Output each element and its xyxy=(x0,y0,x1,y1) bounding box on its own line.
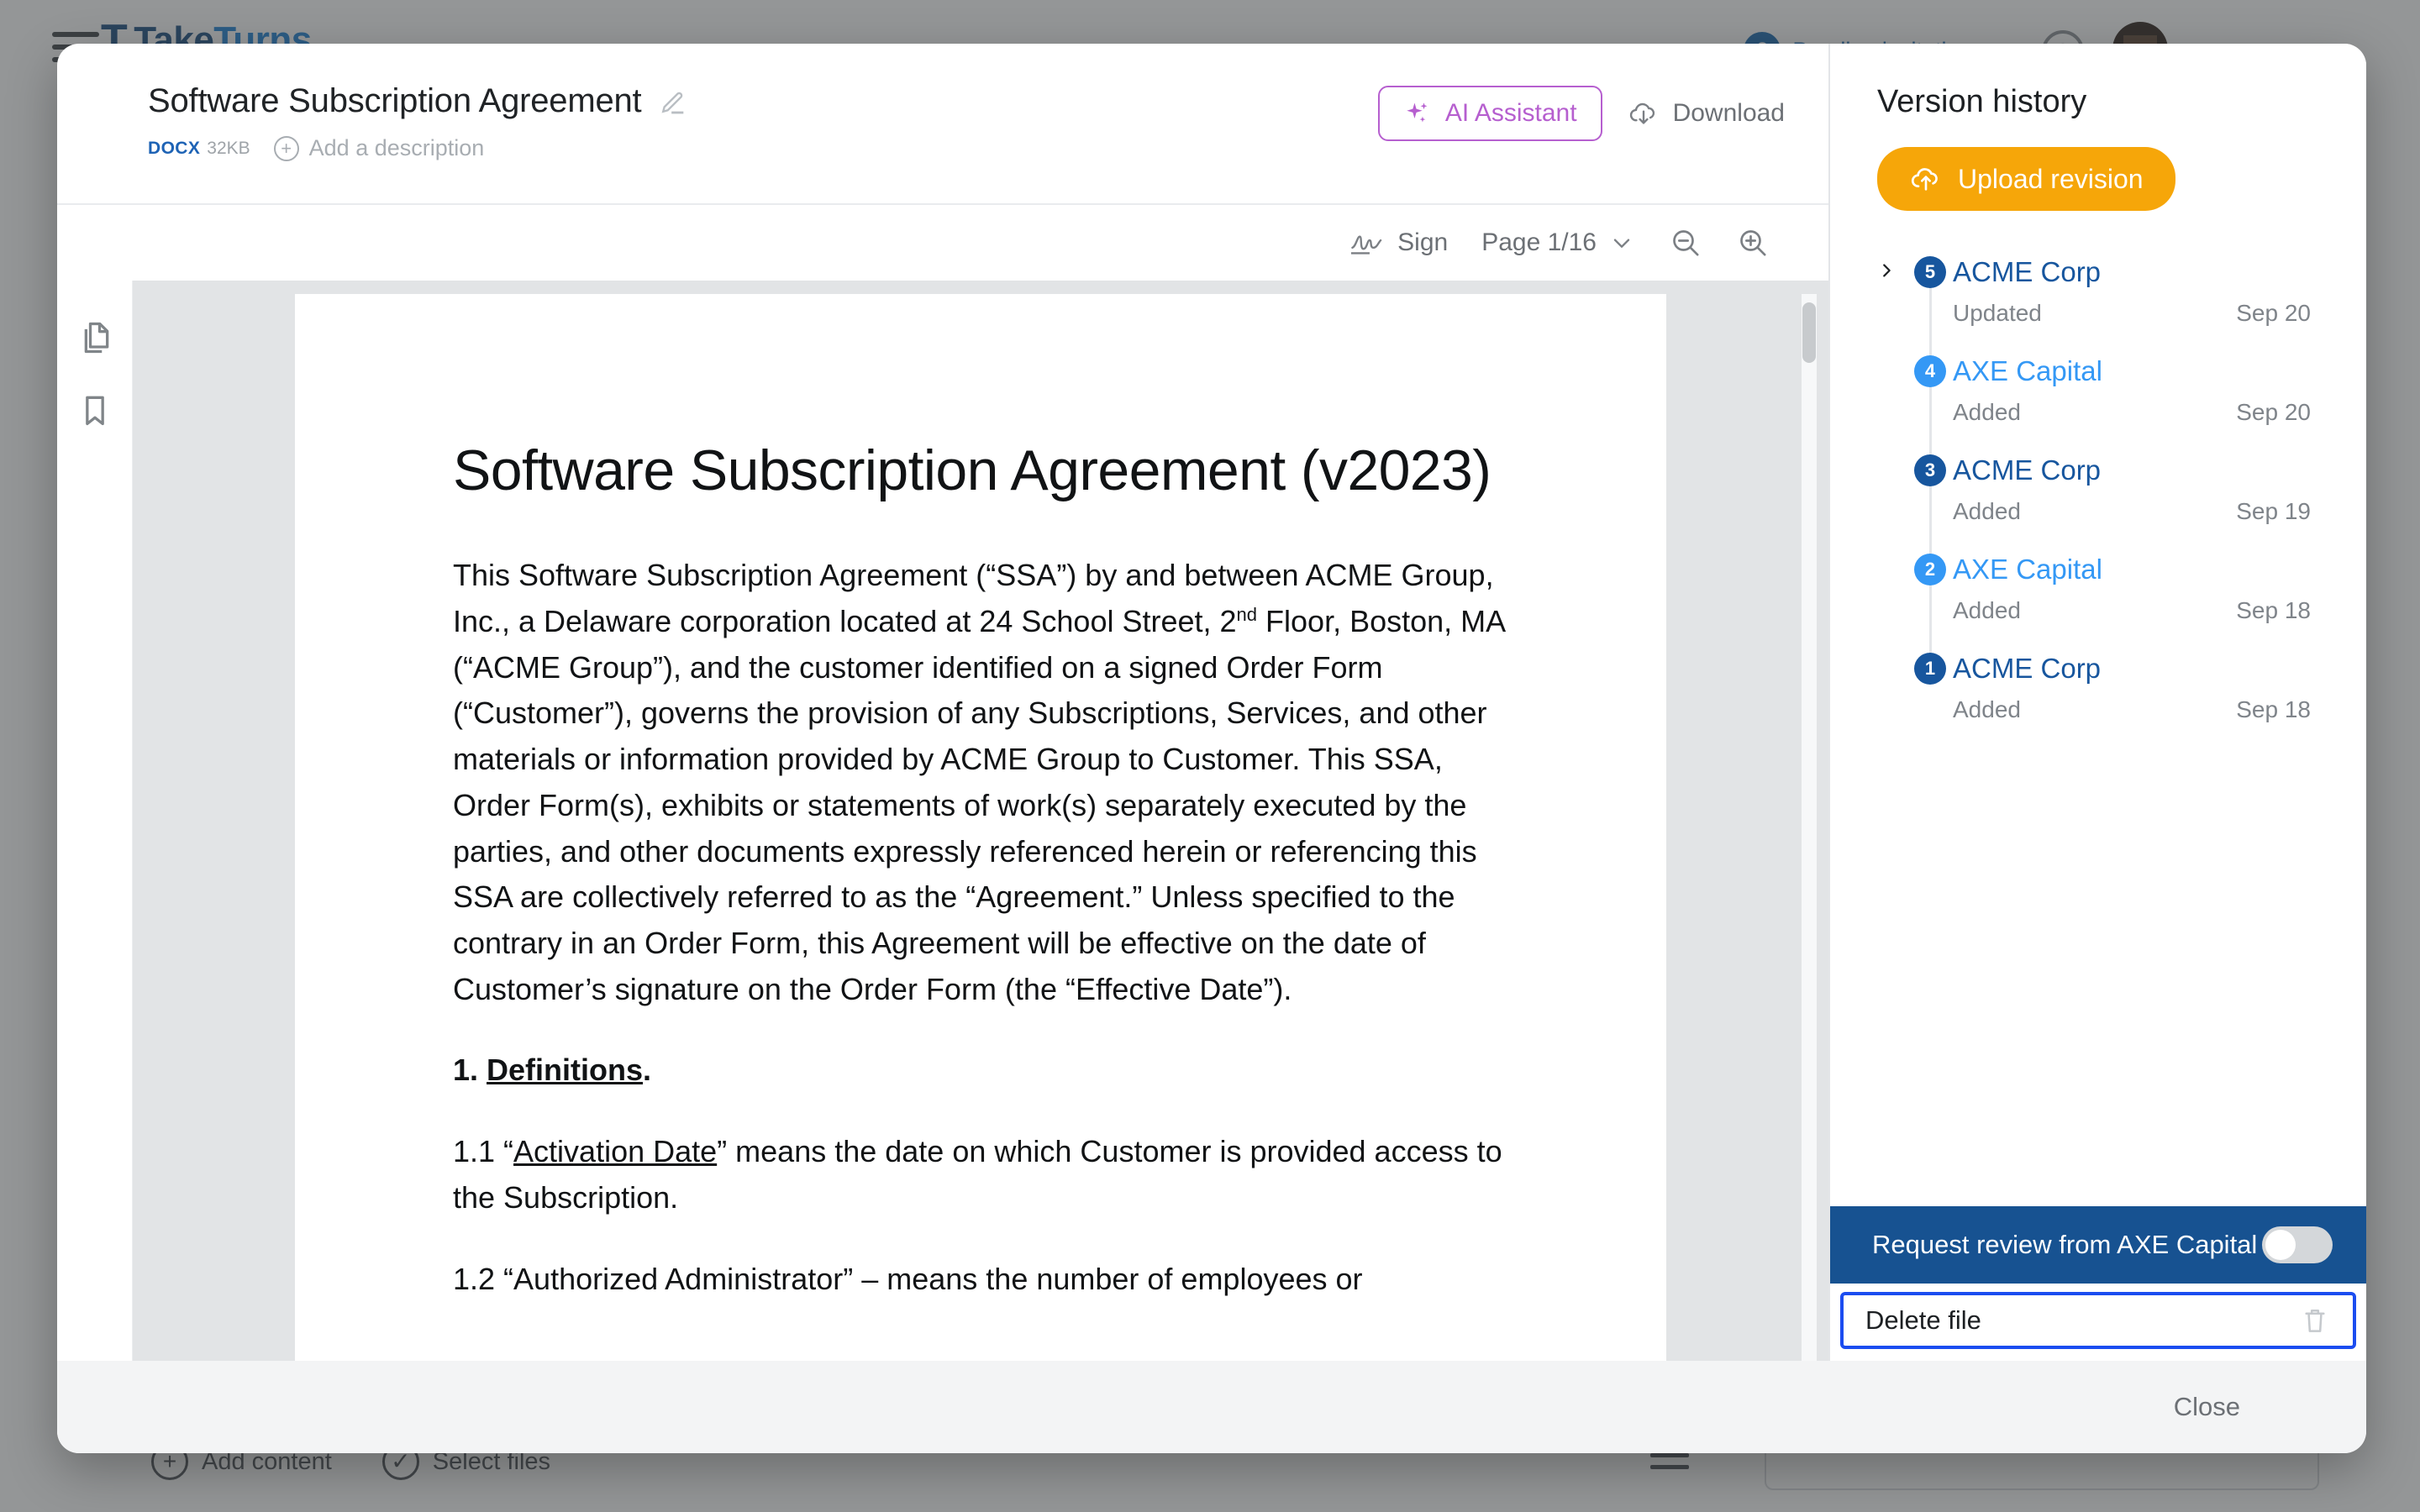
delete-file-wrapper: Delete file xyxy=(1830,1284,2366,1361)
document-page: Software Subscription Agreement (v2023) … xyxy=(295,294,1666,1361)
version-item[interactable]: 1 ACME Corp Added Sep 18 xyxy=(1877,653,2319,723)
upload-revision-button[interactable]: Upload revision xyxy=(1877,147,2175,211)
document-header: Software Subscription Agreement DOCX 32K… xyxy=(57,44,1828,203)
document-section-1-heading: 1. Definitions. xyxy=(453,1047,1508,1094)
delete-file-button[interactable]: Delete file xyxy=(1840,1292,2356,1349)
document-scrollbar-thumb[interactable] xyxy=(1802,302,1816,363)
bookmark-icon[interactable] xyxy=(76,391,113,428)
trash-icon xyxy=(2305,1310,2325,1332)
document-viewer: Software Subscription Agreement (v2023) … xyxy=(57,281,1828,1361)
version-date: Sep 18 xyxy=(2236,597,2311,623)
version-number-badge: 2 xyxy=(1914,554,1946,585)
zoom-in-button[interactable] xyxy=(1736,226,1770,260)
document-header-actions: AI Assistant Download xyxy=(1377,71,1785,141)
section-number: 1. xyxy=(453,1053,487,1088)
document-toolbar: Sign Page 1/16 xyxy=(57,203,1828,281)
version-status: Updated xyxy=(1953,300,2042,326)
version-author[interactable]: ACME Corp xyxy=(1953,454,2101,486)
ordinal-superscript: nd xyxy=(1236,603,1258,625)
section-title: Definitions xyxy=(487,1053,644,1088)
definition-term: Activation Date xyxy=(513,1134,718,1169)
ai-assistant-button[interactable]: AI Assistant xyxy=(1377,86,1602,141)
version-status: Added xyxy=(1953,597,2021,623)
cloud-download-icon xyxy=(1629,102,1655,124)
version-number-badge: 1 xyxy=(1914,653,1946,685)
add-description-label: Add a description xyxy=(308,135,485,160)
version-number-badge: 4 xyxy=(1914,355,1946,387)
toggle-knob xyxy=(2265,1230,2296,1260)
version-item[interactable]: 2 AXE Capital Added Sep 18 xyxy=(1877,554,2319,664)
version-history-header: Version history Upload revision xyxy=(1830,44,2366,211)
signature-icon xyxy=(1351,235,1382,255)
file-type-badge: DOCX xyxy=(148,138,201,158)
plus-icon: + xyxy=(273,135,299,161)
zoom-out-icon xyxy=(1673,230,1699,256)
version-number-badge: 5 xyxy=(1914,256,1946,288)
version-status: Added xyxy=(1953,696,2021,722)
version-date: Sep 20 xyxy=(2236,399,2311,425)
version-status: Added xyxy=(1953,498,2021,524)
document-heading: Software Subscription Agreement (v2023) xyxy=(453,438,1491,502)
paragraph-1-part-b: Floor, Boston, MA (“ACME Group”), and th… xyxy=(453,603,1505,1006)
ai-assistant-label: AI Assistant xyxy=(1444,99,1577,127)
document-title-block: Software Subscription Agreement DOCX 32K… xyxy=(148,71,688,161)
pages-icon[interactable] xyxy=(76,319,113,356)
chevron-right-icon[interactable] xyxy=(1877,261,1896,280)
document-paragraph-1: This Software Subscription Agreement (“S… xyxy=(453,553,1508,1012)
modal-footer: Close xyxy=(57,1361,2366,1453)
version-item[interactable]: 3 ACME Corp Added Sep 19 xyxy=(1877,454,2319,565)
document-column: Software Subscription Agreement DOCX 32K… xyxy=(57,44,1830,1361)
file-size-label: 32KB xyxy=(207,138,250,158)
version-history-title: Version history xyxy=(1877,84,2087,119)
chevron-down-icon xyxy=(1613,239,1630,248)
file-detail-modal: Software Subscription Agreement DOCX 32K… xyxy=(57,44,2366,1453)
zoom-in-icon xyxy=(1740,230,1766,256)
sparkle-icon xyxy=(1407,102,1428,123)
close-button[interactable]: Close xyxy=(2174,1392,2240,1422)
modal-body: Software Subscription Agreement DOCX 32K… xyxy=(57,44,2366,1361)
upload-revision-label: Upload revision xyxy=(1958,163,2144,194)
version-author[interactable]: AXE Capital xyxy=(1953,554,2102,585)
delete-file-label: Delete file xyxy=(1865,1305,1981,1335)
request-review-label: Request review from AXE Capital xyxy=(1872,1230,2258,1259)
page-title: Software Subscription Agreement xyxy=(148,82,642,119)
request-review-toggle[interactable] xyxy=(2262,1226,2333,1263)
document-sidebar xyxy=(57,281,133,1361)
document-definition-1-2: 1.2 “Authorized Administrator” – means t… xyxy=(453,1261,1363,1296)
version-date: Sep 20 xyxy=(2236,300,2311,326)
edit-pencil-icon[interactable] xyxy=(660,87,688,116)
document-scrollbar-track[interactable] xyxy=(1802,294,1817,1361)
section-period: . xyxy=(643,1053,652,1088)
request-review-bar[interactable]: Request review from AXE Capital xyxy=(1830,1206,2366,1284)
sign-button[interactable]: Sign xyxy=(1349,228,1448,257)
document-scroll-area[interactable]: Software Subscription Agreement (v2023) … xyxy=(133,281,1828,1361)
document-definition-1-1: 1.1 “Activation Date” means the date on … xyxy=(453,1129,1508,1221)
version-history-panel: Version history Upload revision 5 ACME C… xyxy=(1830,44,2366,1361)
version-history-list: 5 ACME Corp Updated Sep 20 4 AXE Capital xyxy=(1830,211,2366,1206)
version-date: Sep 19 xyxy=(2236,498,2311,524)
version-status: Added xyxy=(1953,399,2021,425)
version-author[interactable]: AXE Capital xyxy=(1953,355,2102,387)
version-author[interactable]: ACME Corp xyxy=(1953,653,2101,685)
sign-label: Sign xyxy=(1397,228,1449,256)
page-indicator: Page 1/16 xyxy=(1481,228,1597,256)
add-description-button[interactable]: + Add a description xyxy=(273,135,485,161)
zoom-out-button[interactable] xyxy=(1669,226,1702,260)
cloud-upload-icon xyxy=(1911,168,1938,191)
version-date: Sep 18 xyxy=(2236,696,2311,722)
version-number-badge: 3 xyxy=(1914,454,1946,486)
definition-number: 1.1 “ xyxy=(453,1134,514,1169)
version-author[interactable]: ACME Corp xyxy=(1953,256,2101,288)
version-item[interactable]: 5 ACME Corp Updated Sep 20 xyxy=(1877,256,2319,367)
version-item[interactable]: 4 AXE Capital Added Sep 20 xyxy=(1877,355,2319,466)
download-label: Download xyxy=(1672,99,1785,127)
version-history-footer: Request review from AXE Capital Delete f… xyxy=(1830,1206,2366,1361)
download-button[interactable]: Download xyxy=(1628,97,1785,129)
page-selector[interactable]: Page 1/16 xyxy=(1481,228,1635,257)
